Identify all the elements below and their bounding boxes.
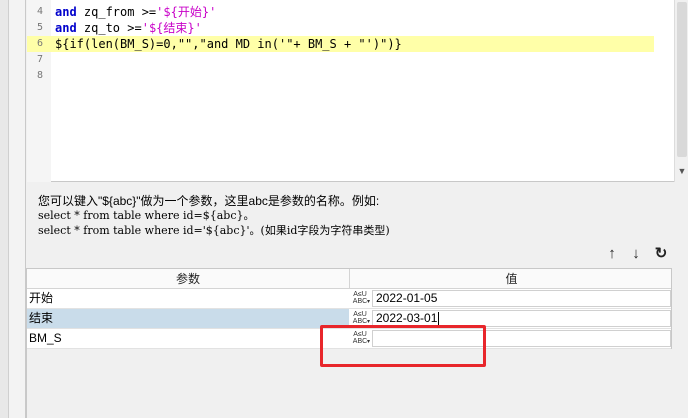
arrow-up-icon: ↑ bbox=[608, 245, 616, 262]
line-number: 5 bbox=[36, 22, 43, 33]
param-name-cell: BM_S bbox=[29, 331, 62, 345]
hint-line-2: select * from table where id=${abc}。 bbox=[38, 209, 255, 222]
hint-line-3: select * from table where id='${abc}'。(如… bbox=[38, 224, 390, 237]
param-name-cell: 开始 bbox=[29, 291, 54, 305]
type-label-top: A≤U bbox=[353, 311, 367, 318]
text-caret bbox=[438, 312, 440, 326]
left-panel bbox=[9, 0, 26, 418]
code-token: ${if(len(BM_S)=0,"","and MD in('"+ BM_S … bbox=[55, 37, 402, 51]
annotation-highlight-box bbox=[320, 325, 486, 367]
column-header-value: 值 bbox=[505, 272, 518, 286]
move-up-button[interactable]: ↑ bbox=[604, 246, 620, 262]
code-text: ${if(len(BM_S)=0,"","and MD in('"+ BM_S … bbox=[55, 36, 402, 52]
table-row[interactable]: 开始 A≤U ABC ▾ 2022-01-05 bbox=[27, 289, 671, 309]
code-text: and zq_to >='${结束}' bbox=[55, 20, 202, 36]
line-number: 4 bbox=[36, 6, 43, 17]
column-header-param: 参数 bbox=[175, 272, 200, 286]
arrow-down-icon: ↓ bbox=[632, 245, 640, 262]
param-value-input[interactable]: 2022-01-05 bbox=[372, 290, 671, 307]
code-token: zq_to >= bbox=[76, 21, 142, 35]
line-number: 7 bbox=[36, 54, 43, 65]
chevron-down-icon: ▾ bbox=[366, 299, 370, 305]
table-header: 参数 值 bbox=[27, 269, 671, 289]
scroll-down-arrow-icon[interactable]: ▼ bbox=[675, 164, 688, 178]
code-token: '${开始}' bbox=[156, 5, 217, 19]
sql-editor[interactable]: 4 and zq_from >='${开始}' 5 and zq_to >='${结束… bbox=[27, 0, 674, 182]
code-line[interactable]: 6 ${if(len(BM_S)=0,"","and MD in('"+ BM_S… bbox=[27, 36, 654, 52]
param-name-cell: 结束 bbox=[27, 309, 349, 328]
line-number: 6 bbox=[36, 38, 43, 49]
move-down-button[interactable]: ↓ bbox=[628, 246, 644, 262]
code-line[interactable]: 7 bbox=[27, 52, 674, 68]
line-number: 8 bbox=[36, 70, 43, 81]
type-selector[interactable]: A≤U ABC ▾ bbox=[349, 289, 371, 308]
editor-scrollbar[interactable]: ▼ bbox=[674, 0, 688, 182]
param-value-text: 2022-03-01 bbox=[376, 311, 438, 325]
left-border bbox=[0, 0, 9, 418]
scrollbar-thumb[interactable] bbox=[677, 2, 687, 157]
code-line[interactable]: 8 bbox=[27, 68, 674, 84]
refresh-button[interactable]: ↻ bbox=[653, 246, 669, 262]
parameter-dialog: 4 and zq_from >='${开始}' 5 and zq_to >='${结束… bbox=[0, 0, 688, 418]
code-line[interactable]: 4 and zq_from >='${开始}' bbox=[27, 4, 674, 20]
code-token: and bbox=[55, 5, 77, 19]
code-token: zq_from >= bbox=[76, 5, 157, 19]
code-text: and zq_from >='${开始}' bbox=[55, 4, 216, 20]
type-label-top: A≤U bbox=[353, 291, 367, 298]
code-line[interactable]: 5 and zq_to >='${结束}' bbox=[27, 20, 674, 36]
refresh-icon: ↻ bbox=[654, 245, 668, 262]
code-token: and bbox=[55, 21, 77, 35]
code-token: '${结束}' bbox=[141, 21, 202, 35]
hint-line-1: 您可以键入"${abc}"做为一个参数，这里abc是参数的名称。例如: bbox=[38, 194, 380, 208]
